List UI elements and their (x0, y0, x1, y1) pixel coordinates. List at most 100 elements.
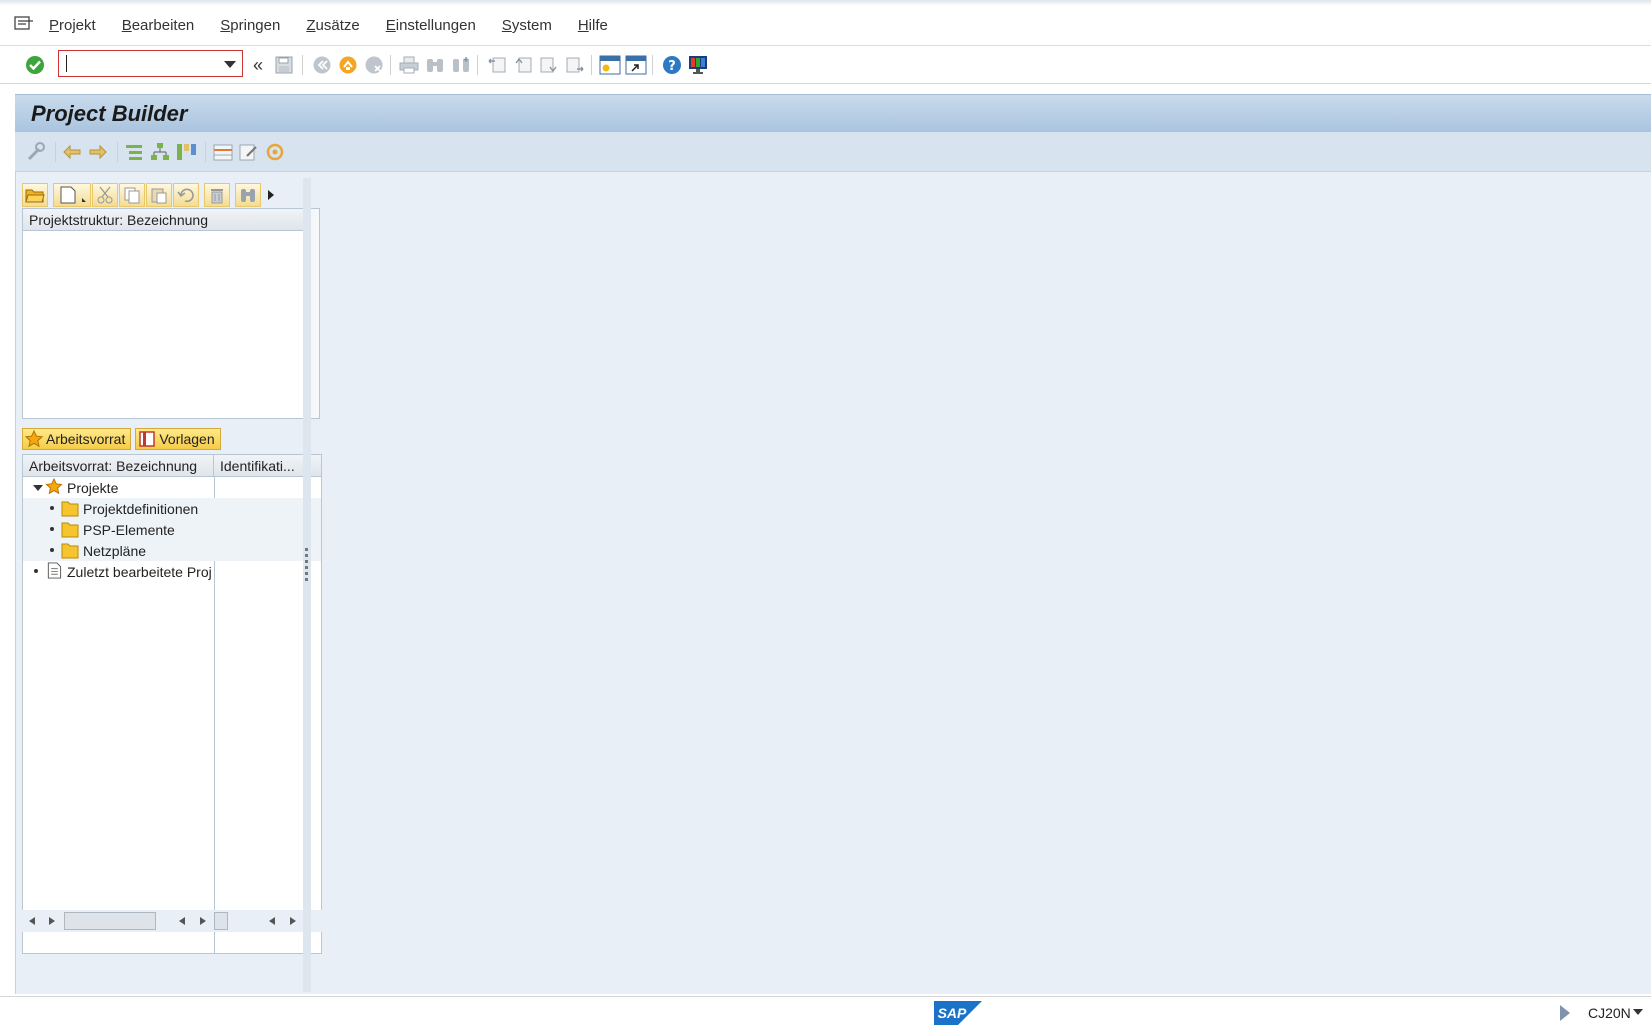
new-session-button[interactable] (598, 53, 622, 77)
separator (302, 55, 303, 75)
menu-projekt[interactable]: Projekt (49, 17, 96, 34)
first-page-icon (488, 57, 506, 73)
find-in-tree-button[interactable] (235, 183, 261, 207)
hierarchy-icon[interactable] (149, 141, 171, 163)
drag-handle-icon[interactable] (305, 548, 308, 584)
paste-icon (151, 188, 167, 204)
separator (390, 55, 391, 75)
svg-text:SAP: SAP (938, 1005, 967, 1021)
enter-button[interactable] (23, 53, 47, 77)
menu-springen[interactable]: Springen (220, 17, 280, 34)
menu-hilfe[interactable]: Hilfe (578, 17, 608, 34)
separator (652, 55, 653, 75)
separator (55, 142, 56, 162)
print-button[interactable] (397, 53, 421, 77)
text-cursor (66, 55, 67, 72)
project-structure-grid: Projektstruktur: Bezeichnung (22, 208, 320, 419)
column-label-identifikation: Identifikati... (220, 457, 295, 474)
bullet-icon (50, 506, 54, 510)
command-field[interactable] (58, 50, 243, 77)
create-button[interactable] (53, 183, 91, 207)
tab-arbeitsvorrat[interactable]: Arbeitsvorrat (22, 428, 132, 450)
standard-toolbar: « ? (0, 47, 1651, 84)
scroll-left-icon[interactable] (269, 917, 275, 925)
edit-icon[interactable] (238, 141, 260, 163)
find-button[interactable] (423, 53, 447, 77)
folder-icon (61, 543, 79, 559)
star-icon (45, 478, 63, 495)
help-icon: ? (663, 56, 681, 74)
chevron-down-icon[interactable] (224, 61, 236, 68)
status-details-icon[interactable] (1560, 1005, 1570, 1021)
scissors-icon (97, 186, 113, 204)
tab-vorlagen[interactable]: Vorlagen (135, 428, 221, 450)
paste-button[interactable] (146, 183, 172, 207)
separator (205, 142, 206, 162)
customize-layout-button[interactable] (686, 53, 710, 77)
refresh-icon[interactable] (264, 141, 286, 163)
tools-icon[interactable] (25, 141, 47, 163)
tree-node-label: Zuletzt bearbeitete Proj (67, 563, 212, 580)
table-view-icon[interactable] (212, 141, 234, 163)
tree-node-zuletzt-bearbeitet[interactable]: Zuletzt bearbeitete Proj (23, 561, 321, 582)
exit-button[interactable] (336, 53, 360, 77)
forward-arrow-icon[interactable] (87, 141, 109, 163)
cancel-button[interactable] (362, 53, 386, 77)
help-button[interactable]: ? (660, 53, 684, 77)
last-page-button[interactable] (563, 53, 587, 77)
tab-arbeitsvorrat-label: Arbeitsvorrat (46, 431, 126, 447)
expand-triangle-icon[interactable] (33, 485, 43, 491)
first-page-button[interactable] (485, 53, 509, 77)
transaction-code[interactable]: CJ20N (1588, 1005, 1631, 1021)
separator (477, 55, 478, 75)
scroll-left-icon[interactable] (179, 917, 185, 925)
shortcut-button[interactable] (624, 53, 648, 77)
pane-toolbar (22, 182, 276, 208)
menu-bearbeiten[interactable]: Bearbeiten (122, 17, 195, 34)
folder-icon (61, 501, 79, 517)
save-button[interactable] (272, 53, 296, 77)
collapse-command-button[interactable]: « (246, 53, 270, 77)
scroll-thumb[interactable] (214, 912, 228, 930)
structure-header[interactable]: Projektstruktur: Bezeichnung (23, 209, 319, 231)
list-view-icon[interactable] (123, 141, 145, 163)
copy-button[interactable] (119, 183, 145, 207)
cut-button[interactable] (92, 183, 118, 207)
tree-node-netzplaene[interactable]: Netzpläne (23, 540, 321, 561)
pane-splitter[interactable] (303, 178, 311, 992)
find-next-button[interactable] (449, 53, 473, 77)
more-arrow-icon[interactable] (266, 189, 276, 201)
scroll-right-icon[interactable] (49, 917, 55, 925)
scroll-left-icon[interactable] (29, 917, 35, 925)
back-arrow-icon[interactable] (61, 141, 83, 163)
column-header-identifikation[interactable]: Identifikati... (214, 455, 295, 476)
undo-icon (177, 188, 194, 203)
menu-einstellungen[interactable]: Einstellungen (386, 17, 476, 34)
previous-page-button[interactable] (511, 53, 535, 77)
tree-node-projektdefinitionen[interactable]: Projektdefinitionen (23, 498, 321, 519)
tree-node-psp-elemente[interactable]: PSP-Elemente (23, 519, 321, 540)
document-icon (47, 562, 62, 579)
scroll-thumb[interactable] (64, 912, 156, 930)
structure-header-label: Projektstruktur: Bezeichnung (29, 211, 208, 228)
tab-vorlagen-label: Vorlagen (159, 431, 215, 447)
menu-icon[interactable] (14, 15, 34, 33)
column-header-bezeichnung[interactable]: Arbeitsvorrat: Bezeichnung (23, 455, 214, 476)
svg-text:?: ? (668, 59, 676, 74)
open-button[interactable] (22, 183, 48, 207)
menu-system[interactable]: System (502, 17, 552, 34)
scroll-right-icon[interactable] (200, 917, 206, 925)
tree-node-projekte[interactable]: Projekte (23, 477, 321, 498)
chevron-down-icon[interactable] (1633, 1009, 1643, 1015)
horizontal-scrollbars (22, 910, 322, 932)
cancel-icon (365, 56, 383, 74)
back-button[interactable] (310, 53, 334, 77)
undo-button[interactable] (173, 183, 199, 207)
menu-zusaetze[interactable]: Zusätze (306, 17, 359, 34)
delete-button[interactable] (204, 183, 230, 207)
title-bar: Project Builder (15, 94, 1651, 132)
structure-graphic-icon[interactable] (175, 141, 197, 163)
next-page-button[interactable] (537, 53, 561, 77)
scroll-right-icon[interactable] (290, 917, 296, 925)
tree-node-label: PSP-Elemente (83, 521, 175, 538)
